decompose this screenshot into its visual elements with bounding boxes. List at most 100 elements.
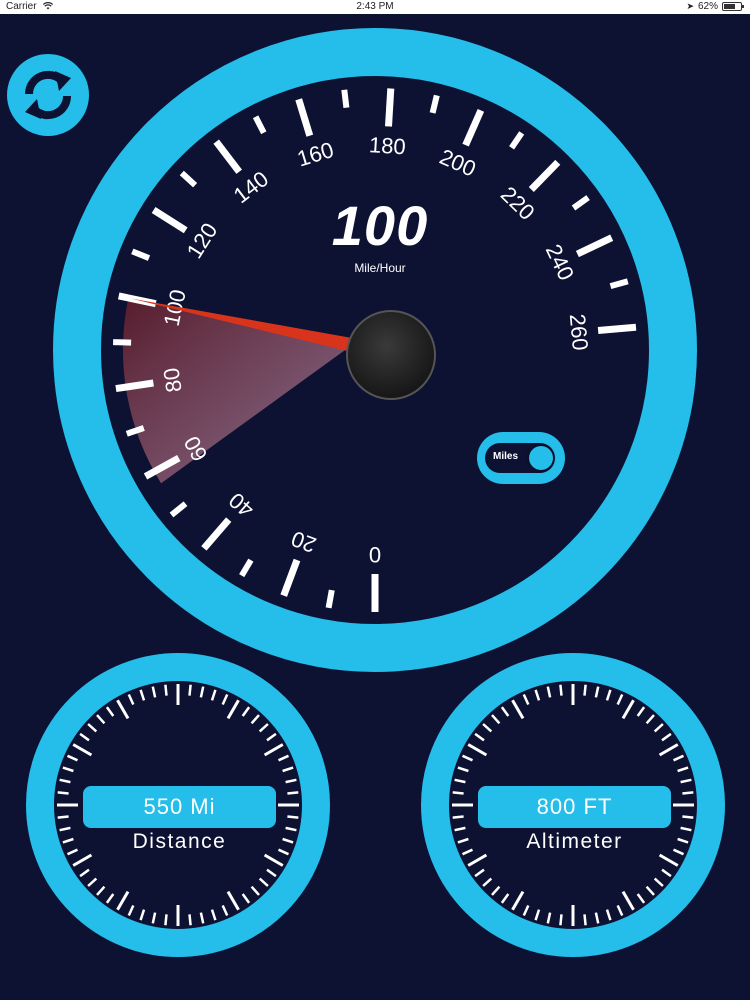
gauge-minor-tick [500,706,510,717]
speed-sweep [122,297,352,484]
gauge-minor-tick [682,791,694,795]
gauge-minor-tick [277,754,290,762]
gauge-minor-tick [616,904,624,917]
gauge-minor-tick [266,732,277,742]
speed-minor-tick [239,558,254,578]
speed-major-tick [213,139,242,174]
gauge-minor-tick [482,877,493,887]
gauge-minor-tick [266,868,277,878]
altimeter-label: Altimeter [526,830,623,853]
speed-major-tick [385,88,395,127]
gauge-minor-tick [461,848,474,856]
gauge-minor-tick [258,877,269,887]
gauge-minor-tick [457,837,469,844]
gauge-minor-tick [594,686,600,698]
gauge-minor-tick [534,909,541,921]
distance-label: Distance [132,830,227,853]
gauge-major-tick [621,890,635,911]
gauge-minor-tick [461,754,474,762]
gauge-minor-tick [546,686,552,698]
gauge-minor-tick [59,778,71,784]
gauge-minor-tick [287,815,299,819]
gauge-major-tick [467,743,488,757]
gauge-minor-tick [454,778,466,784]
speed-scale-label: 80 [158,366,186,394]
gauge-minor-tick [677,837,689,844]
gauge-minor-tick [491,714,501,725]
gauge-minor-tick [287,791,299,795]
gauge-minor-tick [559,914,563,926]
speed-major-tick [528,159,561,192]
speed-readout: 100 [331,194,429,257]
gauge-minor-tick [474,868,485,878]
gauge-minor-tick [164,914,168,926]
gauge-minor-tick [105,893,115,904]
gauge-minor-tick [454,826,466,832]
gauge-minor-tick [636,893,646,904]
speed-scale-label: 40 [224,488,259,523]
gauge-major-tick [226,699,240,720]
speed-minor-tick [341,89,350,109]
gauge-minor-tick [661,732,672,742]
gauge-minor-tick [583,914,587,926]
gauge-minor-tick [661,868,672,878]
speed-minor-tick [325,589,335,609]
gauge-minor-tick [680,778,692,784]
speed-scale-label: 160 [294,137,336,172]
speed-major-tick [201,517,232,551]
speed-minor-tick [429,94,440,114]
gauge-major-tick [658,853,679,867]
speed-scale-label: 180 [368,132,406,159]
gauge-minor-tick [500,893,510,904]
gauge-minor-tick [250,714,260,725]
speed-major-tick [462,108,485,147]
gauge-minor-tick [677,766,689,773]
speed-minor-tick [252,115,267,135]
gauge-minor-tick [680,826,692,832]
gauge-major-tick [263,853,284,867]
toggle-knob [529,446,553,470]
gauge-minor-tick [241,706,251,717]
miles-toggle[interactable]: Miles [477,432,565,484]
needle-hub [346,310,436,400]
speed-minor-tick [571,195,590,211]
gauge-minor-tick [96,714,106,725]
gauge-minor-tick [250,885,260,896]
gauge-minor-tick [285,778,297,784]
gauge-minor-tick [105,706,115,717]
gauge-minor-tick [282,766,294,773]
toggle-track: Miles [485,443,555,473]
gauge-major-tick [72,853,93,867]
gauge-minor-tick [199,912,205,924]
gauge-major-tick [621,699,635,720]
gauge-minor-tick [139,689,146,701]
gauge-minor-tick [605,689,612,701]
speed-scale-label: 200 [436,144,480,182]
gauge-minor-tick [285,826,297,832]
gauge-major-tick [467,853,488,867]
gauge-major-tick [511,890,525,911]
gauge-major-tick [511,699,525,720]
gauge-minor-tick [188,914,192,926]
gauge-minor-tick [241,893,251,904]
gauge-major-tick [116,699,130,720]
speed-major-tick [151,207,188,234]
gauge-minor-tick [79,732,90,742]
speed-scale-label: 260 [565,313,593,352]
speed-minor-tick [509,131,525,150]
speed-minor-tick [113,339,132,346]
gauge-minor-tick [636,706,646,717]
speed-scale-label: 240 [541,240,579,284]
toggle-label: Miles [493,451,519,462]
altimeter-readout: 800 FT [478,786,671,828]
gauge-minor-tick [210,909,217,921]
gauge-minor-tick [491,885,501,896]
gauge-minor-tick [258,723,269,733]
gauge-minor-tick [583,684,587,696]
gauge-minor-tick [127,693,135,706]
distance-readout: 550 Mi [83,786,276,828]
gauge-minor-tick [653,877,664,887]
gauge-minor-tick [87,723,98,733]
speed-scale-label: 0 [369,542,381,567]
gauge-minor-tick [605,909,612,921]
